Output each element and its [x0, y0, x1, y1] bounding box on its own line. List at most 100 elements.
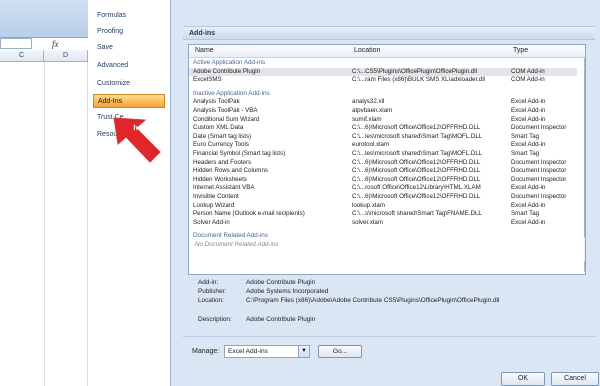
- group-header: Inactive Application Add-ins: [189, 90, 577, 99]
- annotation-text: click here: [124, 111, 158, 133]
- group-header-label: Document Related Add-ins: [193, 232, 268, 240]
- table-row[interactable]: Analysis ToolPak - VBA atpvbaen.xlam Excel…: [189, 107, 577, 116]
- table-row[interactable]: Invisible Content C:\...6)\Microsoft Offi…: [189, 193, 577, 202]
- cell-name: Hidden Rows and Columns: [193, 167, 268, 175]
- chevron-down-icon: ▼: [298, 346, 309, 357]
- column-header-d[interactable]: D: [44, 50, 88, 61]
- table-row[interactable]: Person Name (Outlook e-mail recipients) C…: [189, 210, 577, 219]
- cell-location: sumif.xlam: [352, 115, 382, 123]
- column-header-type[interactable]: Type: [509, 45, 528, 57]
- cell-name: Hidden Worksheets: [193, 175, 247, 183]
- table-row[interactable]: ExcelSMS C:\...ram Files (x86)\BULK SMS X…: [189, 76, 577, 85]
- table-row[interactable]: Conditional Sum Wizard sumif.xlam Excel Ad…: [189, 116, 577, 125]
- table-row[interactable]: Headers and Footers C:\...6)\Microsoft Of…: [189, 159, 577, 168]
- detail-label-description: Description:: [198, 316, 232, 323]
- add-ins-table: Name Location Type Active Application Ad…: [188, 44, 586, 275]
- cell-type: Excel Add-in: [511, 98, 546, 106]
- cell-type: Excel Add-in: [511, 115, 546, 123]
- table-row[interactable]: Financial Symbol (Smart tag lists) C:\...…: [189, 150, 577, 159]
- table-row[interactable]: Euro Currency Tools eurotool.xlam Excel Ad…: [189, 141, 577, 150]
- cell-name: Person Name (Outlook e-mail recipients): [193, 210, 305, 218]
- detail-label-location: Location:: [198, 297, 224, 304]
- manage-dropdown-value: Excel Add-ins: [228, 348, 268, 355]
- cell-location: lookup.xlam: [352, 201, 386, 209]
- detail-value-location: C:\Program Files (x86)\Adobe\Adobe Contr…: [246, 297, 500, 304]
- column-header-name[interactable]: Name: [191, 45, 214, 57]
- cell-location: C:\...s\microsoft shared\Smart Tag\FNAME…: [352, 210, 482, 218]
- cell-type: Document Inspector: [511, 158, 567, 166]
- group-header-label: Active Application Add-ins: [193, 59, 266, 66]
- table-row[interactable]: Custom XML Data C:\...6)\Microsoft Office…: [189, 124, 577, 133]
- table-header: Name Location Type: [189, 45, 585, 58]
- nav-item-proofing[interactable]: Proofing: [93, 25, 165, 39]
- nav-item-save[interactable]: Save: [93, 41, 165, 55]
- nav-item-customize[interactable]: Customize: [93, 77, 165, 91]
- table-row[interactable]: Internet Assistant VBA C:\...rosoft Offic…: [189, 184, 577, 193]
- cell-location: atpvbaen.xlam: [352, 107, 393, 114]
- add-in-details: Add-in: Adobe Contribute Plugin Publishe…: [198, 279, 598, 329]
- name-box[interactable]: [0, 38, 32, 49]
- grid-line: [44, 62, 45, 386]
- cell-name: Date (Smart tag lists): [193, 132, 252, 140]
- cell-name: Solver Add-in: [193, 218, 230, 226]
- group-header-label: Inactive Application Add-ins: [193, 89, 270, 97]
- cell-type: Excel Add-in: [511, 218, 546, 226]
- options-nav: [88, 0, 171, 386]
- cell-name: ExcelSMS: [193, 76, 222, 84]
- cell-location: solver.xlam: [352, 218, 383, 226]
- cell-name: Internet Assistant VBA: [193, 184, 255, 192]
- cell-name: Financial Symbol (Smart tag lists): [193, 150, 286, 157]
- table-scrollbar[interactable]: [584, 58, 585, 272]
- cell-location: C:\...ram Files (x86)\BULK SMS XL\adxloa…: [352, 76, 486, 84]
- column-header-row: C D: [0, 50, 88, 62]
- cell-type: Document Inspector: [511, 124, 567, 132]
- annotation-line-2: here: [133, 123, 149, 132]
- cell-type: Excel Add-in: [511, 107, 546, 114]
- cell-location: C:\...6)\Microsoft Office\Office12\OFFRH…: [352, 175, 481, 183]
- group-header: Active Application Add-ins: [189, 59, 577, 68]
- cell-location: C:\...les\microsoft shared\Smart Tag\MOF…: [352, 150, 483, 157]
- cell-type: Excel Add-in: [511, 201, 546, 209]
- cell-location: C:\...rosoft Office\Office12\Library\HTM…: [352, 184, 481, 192]
- cell-name: Adobe Contribute Plugin: [193, 67, 261, 75]
- table-row[interactable]: Solver Add-in solver.xlam Excel Add-in: [189, 219, 577, 228]
- column-header-location[interactable]: Location: [350, 45, 380, 57]
- nav-item-advanced[interactable]: Advanced: [93, 59, 165, 73]
- table-row[interactable]: Hidden Rows and Columns C:\...6)\Microsof…: [189, 167, 577, 176]
- divider: [183, 336, 595, 337]
- cell-type: Document Inspector: [511, 175, 567, 183]
- go-button[interactable]: Go...: [318, 345, 362, 358]
- cell-type: Document Inspector: [511, 193, 567, 200]
- detail-value-add-in: Adobe Contribute Plugin: [246, 279, 316, 286]
- cell-name: Headers and Footers: [193, 158, 252, 166]
- scrollbar-graphic: [584, 58, 585, 272]
- cell-type: Excel Add-in: [511, 141, 546, 149]
- cell-type: COM Add-in: [511, 76, 545, 84]
- cancel-button[interactable]: Cancel: [551, 372, 599, 386]
- empty-group-label: No Document Related Add-ins: [195, 241, 279, 248]
- nav-item-formulas[interactable]: Formulas: [93, 9, 165, 23]
- table-row[interactable]: Adobe Contribute Plugin C:\...CS5\Plugins…: [189, 67, 577, 77]
- fx-icon[interactable]: fx: [52, 39, 59, 49]
- detail-value-publisher: Adobe Systems Incorporated: [246, 288, 329, 295]
- ok-button[interactable]: OK: [501, 372, 545, 386]
- group-header: Document Related Add-ins: [189, 232, 577, 241]
- table-row[interactable]: Hidden Worksheets C:\...6)\Microsoft Offi…: [189, 176, 577, 185]
- excel-ribbon: [0, 0, 88, 38]
- cell-location: C:\...6)\Microsoft Office\Office12\OFFRH…: [352, 158, 481, 166]
- table-row[interactable]: Date (Smart tag lists) C:\...les\microsof…: [189, 133, 577, 142]
- cell-type: Excel Add-in: [511, 184, 546, 192]
- cell-location: C:\...6)\Microsoft Office\Office12\OFFRH…: [352, 193, 481, 200]
- table-row[interactable]: Analysis ToolPak analys32.xll Excel Add-in: [189, 98, 577, 107]
- cell-name: Conditional Sum Wizard: [193, 115, 260, 123]
- cell-location: eurotool.xlam: [352, 141, 390, 149]
- annotation-line-1: click: [133, 112, 149, 121]
- empty-group-text: No Document Related Add-ins: [189, 241, 577, 250]
- column-header-c[interactable]: C: [0, 50, 44, 61]
- cell-name: Analysis ToolPak: [193, 98, 240, 106]
- table-row[interactable]: Lookup Wizard lookup.xlam Excel Add-in: [189, 202, 577, 211]
- cell-type: COM Add-in: [511, 67, 545, 75]
- cell-type: Smart Tag: [511, 132, 540, 140]
- manage-dropdown[interactable]: Excel Add-ins ▼: [224, 345, 310, 358]
- cell-location: C:\...6)\Microsoft Office\Office12\OFFRH…: [352, 124, 481, 132]
